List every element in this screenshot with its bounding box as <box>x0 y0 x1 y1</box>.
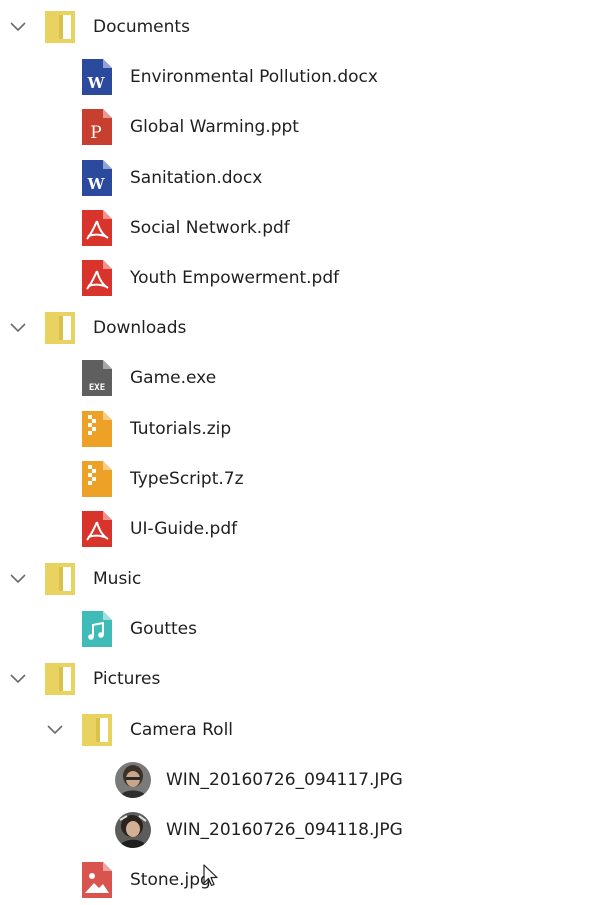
folder-label: Downloads <box>93 318 187 339</box>
tree-file[interactable]: WIN_20160726_094117.JPG <box>0 755 596 805</box>
chevron-down-icon[interactable] <box>8 318 28 338</box>
svg-text:P: P <box>90 123 101 143</box>
folder-icon <box>45 310 75 346</box>
file-tree: Documents W Environmental Pollution.docx… <box>0 2 596 905</box>
music-icon <box>82 611 112 648</box>
tree-file[interactable]: W Environmental Pollution.docx <box>0 52 596 102</box>
tree-file[interactable]: P Global Warming.ppt <box>0 102 596 152</box>
pdf-icon <box>82 510 112 547</box>
chevron-down-icon[interactable] <box>8 17 28 37</box>
file-label: Stone.jpg <box>130 870 211 891</box>
pdf-icon <box>82 209 112 246</box>
chevron-down-icon[interactable] <box>8 669 28 689</box>
tree-file[interactable]: Social Network.pdf <box>0 203 596 253</box>
folder-label: Pictures <box>93 669 161 690</box>
chevron-down-icon[interactable] <box>8 569 28 589</box>
tree-file[interactable]: WIN_20160726_094118.JPG <box>0 805 596 855</box>
folder-icon <box>45 661 75 697</box>
zip-icon <box>82 410 112 447</box>
file-label: WIN_20160726_094117.JPG <box>166 769 403 790</box>
word-doc-icon: W <box>82 59 112 96</box>
exe-icon: EXE <box>82 360 112 397</box>
file-label: UI-Guide.pdf <box>130 518 238 539</box>
image-icon <box>82 862 112 899</box>
tree-folder-music[interactable]: Music <box>0 554 596 604</box>
folder-icon <box>45 561 75 597</box>
file-label: TypeScript.7z <box>130 468 244 489</box>
tree-file[interactable]: TypeScript.7z <box>0 454 596 504</box>
file-label: Sanitation.docx <box>130 167 263 188</box>
file-label: Global Warming.ppt <box>130 117 299 138</box>
svg-text:W: W <box>87 74 106 92</box>
svg-text:EXE: EXE <box>89 383 105 393</box>
folder-label: Camera Roll <box>130 719 234 740</box>
tree-file[interactable]: Tutorials.zip <box>0 404 596 454</box>
tree-file[interactable]: Youth Empowerment.pdf <box>0 253 596 303</box>
file-label: Game.exe <box>130 368 217 389</box>
file-label: Youth Empowerment.pdf <box>130 267 340 288</box>
tree-file[interactable]: EXE Game.exe <box>0 353 596 403</box>
tree-file[interactable]: Gouttes <box>0 604 596 654</box>
tree-file[interactable]: UI-Guide.pdf <box>0 504 596 554</box>
chevron-down-icon[interactable] <box>45 720 65 740</box>
file-label: Gouttes <box>130 619 197 640</box>
file-label: Environmental Pollution.docx <box>130 67 378 88</box>
mouse-cursor-icon <box>203 864 219 888</box>
file-label: WIN_20160726_094118.JPG <box>166 820 403 840</box>
powerpoint-icon: P <box>82 109 112 146</box>
tree-file[interactable]: W Sanitation.docx <box>0 153 596 203</box>
file-label: Tutorials.zip <box>130 418 232 439</box>
folder-label: Documents <box>93 17 190 37</box>
tree-folder-pictures[interactable]: Pictures <box>0 654 596 704</box>
folder-icon <box>45 9 75 45</box>
folder-icon <box>82 712 112 748</box>
tree-folder-camera-roll[interactable]: Camera Roll <box>0 705 596 755</box>
word-doc-icon: W <box>82 159 112 196</box>
pdf-icon <box>82 259 112 296</box>
tree-folder-documents[interactable]: Documents <box>0 2 596 52</box>
file-label: Social Network.pdf <box>130 217 290 238</box>
svg-text:W: W <box>87 175 106 193</box>
photo-thumbnail-icon <box>115 812 151 848</box>
tree-file[interactable]: Stone.jpg <box>0 855 596 905</box>
zip-icon <box>82 460 112 497</box>
folder-label: Music <box>93 569 142 590</box>
tree-folder-downloads[interactable]: Downloads <box>0 303 596 353</box>
photo-thumbnail-icon <box>115 761 151 798</box>
